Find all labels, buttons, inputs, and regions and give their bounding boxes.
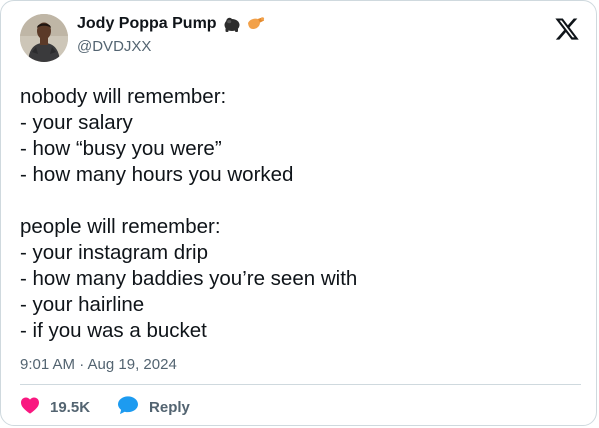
like-count: 19.5K xyxy=(50,399,91,416)
tweet-line: - your salary xyxy=(20,111,133,134)
tweet-line: - if you was a bucket xyxy=(20,319,207,342)
avatar-photo xyxy=(20,14,68,62)
x-logo-icon[interactable] xyxy=(554,16,580,42)
tweet-line: nobody will remember: xyxy=(20,85,227,108)
author-display-name[interactable]: Jody Poppa Pump xyxy=(77,15,217,33)
tweet-line: - how many baddies you’re seen with xyxy=(20,267,358,290)
reply-button[interactable]: Reply xyxy=(117,395,190,420)
like-button[interactable]: 19.5K xyxy=(20,396,90,419)
tweet-line: - your instagram drip xyxy=(20,241,208,264)
avatar[interactable] xyxy=(20,14,68,62)
tweet-card: Jody Poppa Pump @DVDJXX nobody will reme… xyxy=(0,0,597,426)
reply-label: Reply xyxy=(149,399,190,416)
gorilla-emoji xyxy=(223,16,241,32)
divider xyxy=(20,384,581,385)
author-handle[interactable]: @DVDJXX xyxy=(77,38,151,55)
author-name-row: Jody Poppa Pump xyxy=(77,15,265,33)
tweet-timestamp[interactable]: 9:01 AM · Aug 19, 2024 xyxy=(20,356,177,373)
tweet-line: - how many hours you worked xyxy=(20,163,294,186)
tweet-line: people will remember: xyxy=(20,215,221,238)
heart-icon xyxy=(20,396,40,419)
tweet-line: - your hairline xyxy=(20,293,145,316)
tweet-line: - how “busy you were” xyxy=(20,137,222,160)
speech-bubble-icon xyxy=(117,395,139,420)
flexed-biceps-emoji xyxy=(247,16,265,32)
action-bar: 19.5K Reply xyxy=(20,395,190,420)
tweet-text: nobody will remember: - your salary - ho… xyxy=(20,84,580,344)
